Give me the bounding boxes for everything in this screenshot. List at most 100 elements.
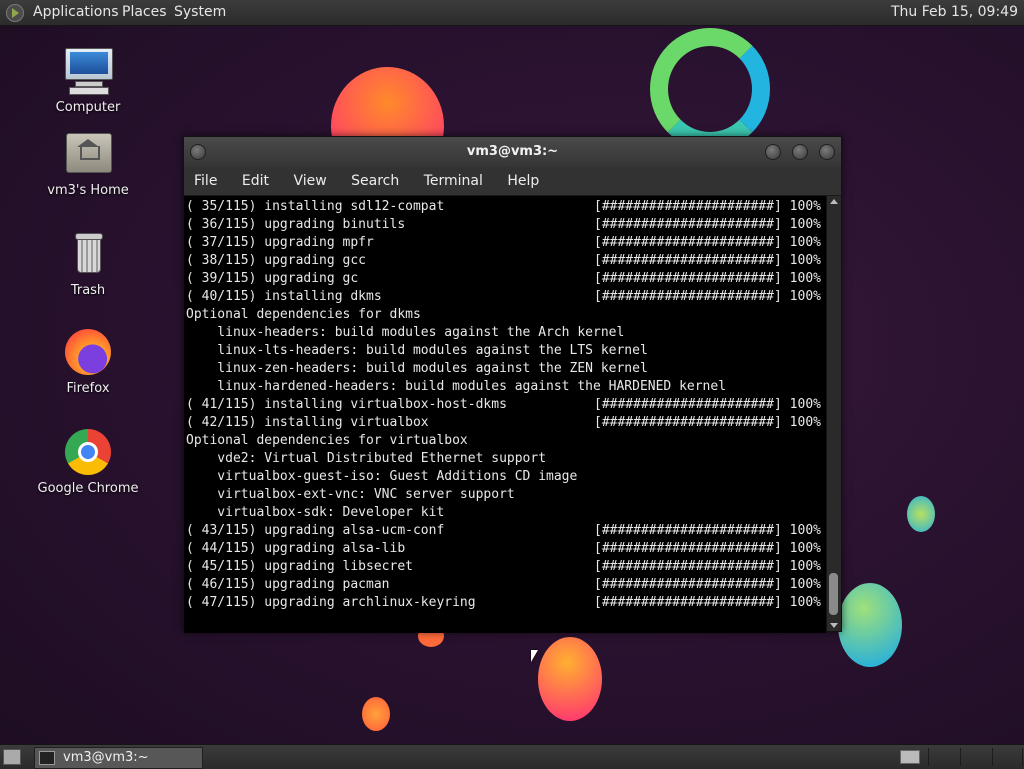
close-icon[interactable]	[819, 144, 835, 160]
scroll-down-icon[interactable]	[830, 623, 838, 628]
terminal-line: ( 46/115) upgrading pacman [#############…	[184, 576, 826, 594]
desktop-icon-label: Trash	[70, 283, 106, 298]
terminal-line: linux-headers: build modules against the…	[184, 324, 826, 342]
taskbar-window-button[interactable]: vm3@vm3:~	[34, 747, 203, 769]
progress-bar: [######################]	[594, 199, 782, 214]
terminal-line: ( 37/115) upgrading mpfr [###############…	[184, 234, 826, 252]
desktop-icon-label: Computer	[55, 100, 121, 115]
progress-bar: [######################]	[594, 271, 782, 286]
progress-indicator: [######################] 100%	[594, 198, 821, 216]
progress-bar: [######################]	[594, 397, 782, 412]
workspace-4[interactable]	[994, 748, 1023, 766]
terminal-line: ( 36/115) upgrading binutils [###########…	[184, 216, 826, 234]
menu-search[interactable]: Search	[351, 173, 399, 189]
desktop-icon-computer[interactable]: Computer	[33, 46, 143, 115]
computer-icon	[63, 46, 113, 96]
terminal-line-text: ( 43/115) upgrading alsa-ucm-conf	[186, 523, 445, 538]
progress-bar: [######################]	[594, 541, 782, 556]
terminal-line-text: linux-lts-headers: build modules against…	[186, 343, 648, 358]
progress-bar: [######################]	[594, 253, 782, 268]
workspace-1[interactable]	[894, 748, 929, 766]
terminal-line: vde2: Virtual Distributed Ethernet suppo…	[184, 450, 826, 468]
progress-indicator: [######################] 100%	[594, 540, 821, 558]
terminal-line: virtualbox-ext-vnc: VNC server support	[184, 486, 826, 504]
terminal-line: ( 42/115) installing virtualbox [########…	[184, 414, 826, 432]
progress-percent: 100%	[789, 559, 821, 574]
desktop-icon-label: vm3's Home	[47, 183, 129, 198]
top-panel: Applications Places System Thu Feb 15, 0…	[0, 0, 1024, 26]
terminal-line-text: linux-zen-headers: build modules against…	[186, 361, 648, 376]
progress-bar: [######################]	[594, 217, 782, 232]
terminal-line-text: ( 36/115) upgrading binutils	[186, 217, 406, 232]
terminal-line: ( 45/115) upgrading libsecret [##########…	[184, 558, 826, 576]
scroll-thumb[interactable]	[829, 573, 838, 615]
progress-percent: 100%	[789, 577, 821, 592]
home-folder-icon	[63, 129, 113, 179]
desktop-icon-firefox[interactable]: Firefox	[33, 327, 143, 396]
window-titlebar[interactable]: vm3@vm3:~	[184, 137, 841, 167]
menu-file[interactable]: File	[194, 173, 217, 189]
menu-terminal[interactable]: Terminal	[424, 173, 483, 189]
terminal-line: ( 41/115) installing virtualbox-host-dkm…	[184, 396, 826, 414]
progress-indicator: [######################] 100%	[594, 522, 821, 540]
workspace-3[interactable]	[962, 748, 993, 766]
terminal-window[interactable]: vm3@vm3:~ File Edit View Search Terminal…	[183, 136, 842, 633]
terminal-output[interactable]: ( 35/115) installing sdl12-compat [######…	[184, 196, 826, 633]
wallpaper-blob	[538, 637, 602, 721]
places-menu[interactable]: Places	[122, 0, 167, 25]
progress-bar: [######################]	[594, 523, 782, 538]
terminal-line: ( 35/115) installing sdl12-compat [######…	[184, 198, 826, 216]
terminal-line-text: ( 47/115) upgrading archlinux-keyring	[186, 595, 476, 610]
wallpaper-blob	[907, 496, 935, 532]
desktop-icon-chrome[interactable]: Google Chrome	[33, 427, 143, 496]
terminal-line-text: linux-hardened-headers: build modules ag…	[186, 379, 727, 394]
system-menu[interactable]: System	[174, 0, 226, 25]
window-title: vm3@vm3:~	[466, 144, 559, 159]
terminal-line-text: virtualbox-sdk: Developer kit	[186, 505, 445, 520]
progress-indicator: [######################] 100%	[594, 288, 821, 306]
workspace-2[interactable]	[930, 748, 961, 766]
terminal-line: Optional dependencies for dkms	[184, 306, 826, 324]
applications-menu[interactable]: Applications	[33, 0, 119, 25]
taskbar-window-label: vm3@vm3:~	[63, 750, 149, 765]
terminal-line-text: ( 41/115) installing virtualbox-host-dkm…	[186, 397, 507, 412]
menu-view[interactable]: View	[293, 173, 326, 189]
trash-icon	[63, 229, 113, 279]
terminal-line: ( 38/115) upgrading gcc [################…	[184, 252, 826, 270]
terminal-line-text: ( 44/115) upgrading alsa-lib	[186, 541, 406, 556]
terminal-line-text: ( 39/115) upgrading gc	[186, 271, 359, 286]
progress-indicator: [######################] 100%	[594, 414, 821, 432]
terminal-line-text: linux-headers: build modules against the…	[186, 325, 625, 340]
scroll-up-icon[interactable]	[830, 199, 838, 204]
clock[interactable]: Thu Feb 15, 09:49	[891, 0, 1018, 25]
progress-percent: 100%	[789, 271, 821, 286]
terminal-line: linux-lts-headers: build modules against…	[184, 342, 826, 360]
menu-help[interactable]: Help	[507, 173, 539, 189]
distro-logo-icon[interactable]	[6, 4, 24, 22]
progress-bar: [######################]	[594, 289, 782, 304]
progress-percent: 100%	[789, 235, 821, 250]
desktop-icon-trash[interactable]: Trash	[33, 229, 143, 298]
terminal-line-text: ( 46/115) upgrading pacman	[186, 577, 390, 592]
desktop-icon-home[interactable]: vm3's Home	[33, 129, 143, 198]
progress-bar: [######################]	[594, 577, 782, 592]
progress-indicator: [######################] 100%	[594, 558, 821, 576]
maximize-icon[interactable]	[792, 144, 808, 160]
wallpaper-ring	[650, 28, 770, 150]
terminal-line: virtualbox-sdk: Developer kit	[184, 504, 826, 522]
progress-indicator: [######################] 100%	[594, 576, 821, 594]
minimize-icon[interactable]	[765, 144, 781, 160]
window-menu-icon[interactable]	[190, 144, 206, 160]
terminal-line-text: virtualbox-guest-iso: Guest Additions CD…	[186, 469, 578, 484]
menu-edit[interactable]: Edit	[242, 173, 269, 189]
terminal-line-text: ( 40/115) installing dkms	[186, 289, 382, 304]
progress-bar: [######################]	[594, 559, 782, 574]
terminal-line: virtualbox-guest-iso: Guest Additions CD…	[184, 468, 826, 486]
mouse-pointer-icon	[531, 650, 538, 662]
terminal-line-text: ( 45/115) upgrading libsecret	[186, 559, 413, 574]
terminal-line: ( 43/115) upgrading alsa-ucm-conf [######…	[184, 522, 826, 540]
desktop-icon-label: Google Chrome	[37, 481, 139, 496]
terminal-scrollbar[interactable]	[826, 196, 841, 631]
terminal-line: ( 39/115) upgrading gc [#################…	[184, 270, 826, 288]
show-desktop-icon[interactable]	[3, 749, 21, 765]
